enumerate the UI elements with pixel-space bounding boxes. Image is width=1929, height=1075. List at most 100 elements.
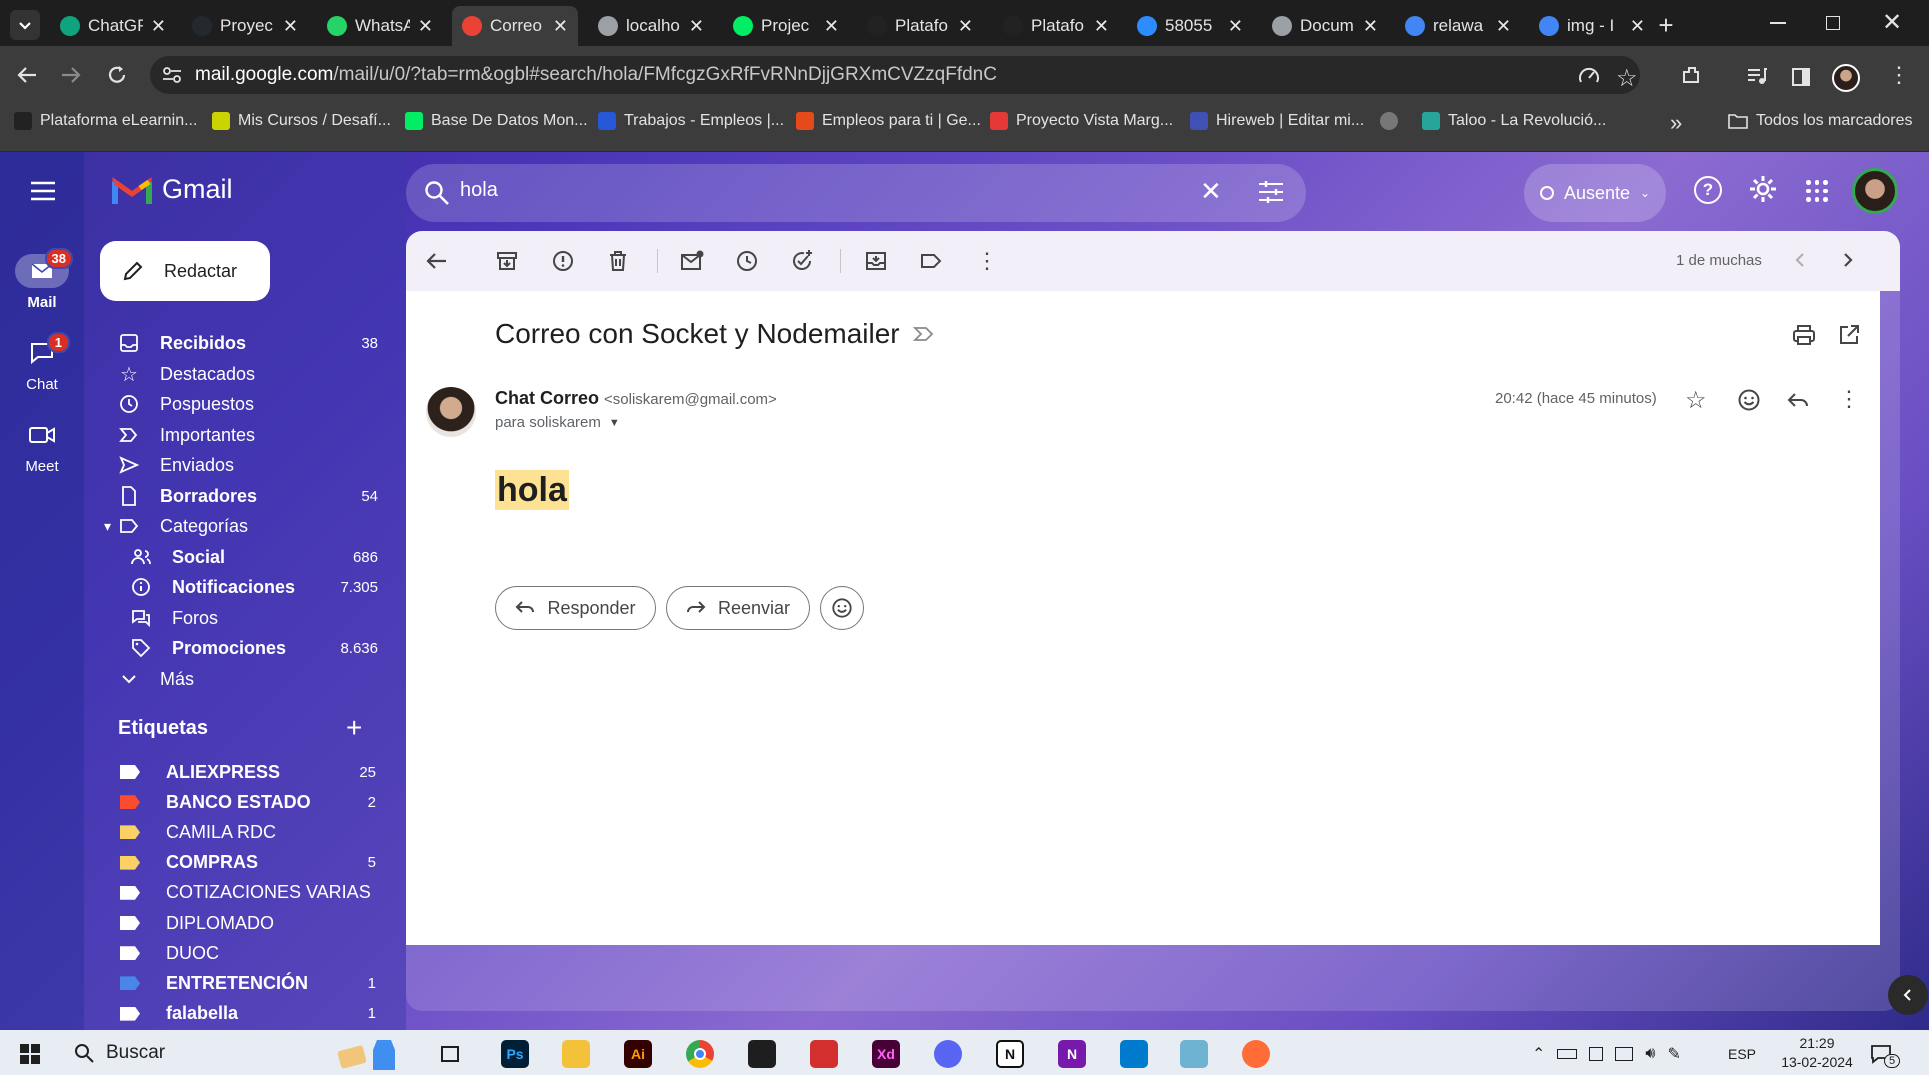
browser-tab[interactable]: localho ✕: [588, 6, 714, 46]
nav-updates[interactable]: Notificaciones 7.305: [130, 572, 378, 602]
photoshop-taskbar-icon[interactable]: Ps: [501, 1040, 529, 1068]
tab-search-button[interactable]: [10, 10, 40, 40]
search-icon[interactable]: [424, 180, 450, 206]
taskbar-clock[interactable]: 21:29 13-02-2024: [1772, 1034, 1862, 1072]
system-tray[interactable]: ⌃ 🔊︎ ✎: [1532, 1044, 1681, 1064]
bookmark-item[interactable]: Empleos para ti | Ge...: [796, 112, 981, 130]
bookmark-item[interactable]: Plataforma eLearnin...: [14, 112, 197, 130]
onenote-taskbar-icon[interactable]: N: [1058, 1040, 1086, 1068]
bookmark-item[interactable]: Base De Datos Mon...: [405, 112, 588, 130]
close-tab-icon[interactable]: ✕: [958, 16, 973, 37]
importance-marker-icon[interactable]: [913, 326, 935, 342]
back-icon[interactable]: [16, 64, 38, 86]
clear-search-icon[interactable]: ✕: [1200, 176, 1222, 207]
bookmark-item[interactable]: [1380, 112, 1398, 130]
browser-tab[interactable]: Platafo ✕: [993, 6, 1119, 46]
taskbar-search[interactable]: Buscar: [74, 1042, 165, 1064]
reply-button[interactable]: Responder: [495, 586, 656, 630]
open-new-window-icon[interactable]: [1837, 323, 1861, 347]
nav-inbox[interactable]: Recibidos 38: [118, 328, 378, 358]
nav-social[interactable]: Social 686: [130, 542, 378, 572]
recipient-line[interactable]: para soliskarem ▼: [495, 414, 620, 431]
star-icon[interactable]: ☆: [1685, 386, 1707, 415]
site-info-icon[interactable]: [162, 66, 182, 84]
sender-name[interactable]: Chat Correo: [495, 388, 599, 408]
reload-icon[interactable]: [106, 64, 128, 86]
media-control-icon[interactable]: [1746, 66, 1768, 86]
status-selector[interactable]: Ausente ⌄: [1524, 164, 1666, 222]
caret-down-icon[interactable]: ▾: [104, 518, 111, 535]
bookmark-item[interactable]: Trabajos - Empleos |...: [598, 112, 784, 130]
xd-taskbar-icon[interactable]: Xd: [872, 1040, 900, 1068]
close-window-button[interactable]: ✕: [1882, 8, 1902, 37]
compose-button[interactable]: Redactar: [100, 241, 270, 301]
main-menu-icon[interactable]: [30, 181, 56, 201]
rail-mail[interactable]: 38 Mail: [14, 248, 73, 312]
nav-categories[interactable]: Categorías ▾: [104, 511, 378, 541]
new-tab-button[interactable]: +: [1651, 10, 1681, 40]
illustrator-taskbar-icon[interactable]: Ai: [624, 1040, 652, 1068]
browser-tab[interactable]: WhatsA ✕: [317, 6, 443, 46]
profile-avatar[interactable]: [1832, 64, 1860, 92]
nav-starred[interactable]: ☆ Destacados: [118, 359, 378, 389]
label-item[interactable]: DIPLOMADO: [120, 909, 376, 937]
browser-tab[interactable]: relawa ✕: [1395, 6, 1521, 46]
performance-icon[interactable]: [1578, 66, 1600, 86]
search-bar[interactable]: [406, 164, 1306, 222]
browser-tab[interactable]: Correo ✕: [452, 6, 578, 46]
restore-button[interactable]: [1826, 16, 1840, 30]
extensions-icon[interactable]: [1680, 64, 1702, 86]
label-item[interactable]: falabella 1: [120, 1000, 376, 1028]
account-avatar[interactable]: [1852, 168, 1898, 214]
notification-center[interactable]: 5: [1870, 1044, 1901, 1068]
add-task-icon[interactable]: [790, 249, 814, 273]
chrome-taskbar-icon[interactable]: [686, 1040, 714, 1068]
more-options-icon[interactable]: ⋮: [975, 249, 999, 273]
bookmark-star-icon[interactable]: ☆: [1616, 64, 1638, 93]
browser-tab[interactable]: img - I ✕: [1529, 6, 1655, 46]
label-item[interactable]: ALIEXPRESS 25: [120, 758, 376, 786]
file-explorer-taskbar-icon[interactable]: [562, 1040, 590, 1068]
close-tab-icon[interactable]: ✕: [1228, 16, 1243, 37]
rail-chat[interactable]: 1 Chat: [14, 332, 70, 394]
gmail-logo[interactable]: Gmail: [112, 174, 233, 205]
side-panel-icon[interactable]: [1792, 68, 1810, 86]
nav-drafts[interactable]: Borradores 54: [118, 481, 378, 511]
back-to-list-icon[interactable]: [425, 249, 449, 273]
close-tab-icon[interactable]: ✕: [283, 16, 298, 37]
forward-button[interactable]: Reenviar: [666, 586, 810, 630]
archive-icon[interactable]: [495, 249, 519, 273]
close-tab-icon[interactable]: ✕: [553, 16, 568, 37]
search-input[interactable]: hola: [460, 179, 498, 202]
search-options-icon[interactable]: [1258, 180, 1284, 204]
emoji-reaction-icon[interactable]: [1737, 388, 1761, 412]
sender-avatar[interactable]: [426, 387, 476, 437]
label-item[interactable]: ENTRETENCIÓN 1: [120, 969, 376, 997]
bookmark-item[interactable]: Mis Cursos / Desafí...: [212, 112, 391, 130]
forward-icon[interactable]: [60, 64, 82, 86]
all-bookmarks-folder[interactable]: Todos los marcadores: [1728, 112, 1913, 130]
message-more-icon[interactable]: ⋮: [1838, 386, 1860, 412]
browser-tab[interactable]: Projec ✕: [723, 6, 849, 46]
figma-taskbar-icon[interactable]: [748, 1040, 776, 1068]
close-tab-icon[interactable]: ✕: [689, 16, 704, 37]
move-to-icon[interactable]: [864, 249, 888, 273]
close-tab-icon[interactable]: ✕: [1094, 16, 1109, 37]
discord-taskbar-icon[interactable]: [934, 1040, 962, 1068]
side-panel-toggle[interactable]: [1888, 975, 1928, 1015]
minimize-button[interactable]: [1770, 22, 1786, 24]
prev-page-icon[interactable]: [1790, 250, 1810, 270]
close-tab-icon[interactable]: ✕: [1496, 16, 1511, 37]
language-indicator[interactable]: ESP: [1728, 1046, 1756, 1062]
close-tab-icon[interactable]: ✕: [1363, 16, 1378, 37]
next-page-icon[interactable]: [1838, 250, 1858, 270]
browser-menu-icon[interactable]: ⋮: [1888, 64, 1910, 86]
bookmark-item[interactable]: Taloo - La Revolució...: [1422, 112, 1606, 130]
browser-tab[interactable]: Proyec ✕: [182, 6, 308, 46]
label-item[interactable]: CAMILA RDC: [120, 818, 376, 846]
bookmarks-overflow-icon[interactable]: »: [1670, 110, 1682, 136]
close-tab-icon[interactable]: ✕: [418, 16, 433, 37]
postman-taskbar-icon[interactable]: [1242, 1040, 1270, 1068]
browser-tab[interactable]: Docum ✕: [1262, 6, 1388, 46]
print-icon[interactable]: [1792, 323, 1816, 347]
